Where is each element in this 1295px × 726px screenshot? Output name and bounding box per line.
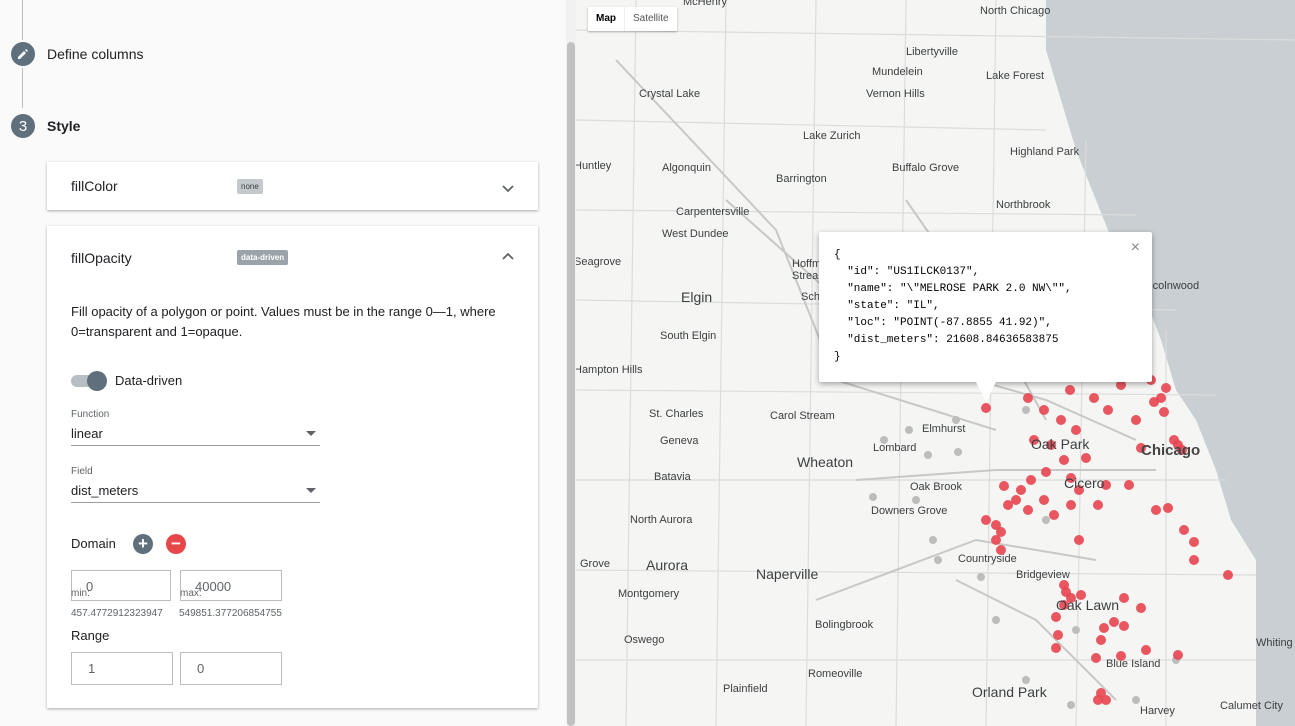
fill-color-card[interactable]: fillColor none <box>47 162 538 210</box>
function-select[interactable]: linear <box>71 423 320 446</box>
place-label: Lake Zurich <box>803 130 861 142</box>
range-label: Range <box>71 628 110 643</box>
place-label: Buffalo Grove <box>892 162 960 174</box>
field-select[interactable]: dist_meters <box>71 480 320 503</box>
chevron-down-icon[interactable] <box>500 181 516 197</box>
popup-json: { "id": "US1ILCK0137", "name": "\"MELROS… <box>834 249 1072 363</box>
place-label: Bolingbrook <box>815 619 874 631</box>
fill-opacity-description: Fill opacity of a polygon or point. Valu… <box>71 304 496 339</box>
place-label: South Elgin <box>660 330 717 342</box>
place-label: Plainfield <box>723 683 768 695</box>
place-label: Bridgeview <box>1016 569 1070 581</box>
fill-color-badge: none <box>237 179 263 194</box>
dropdown-arrow-icon <box>306 431 316 436</box>
place-label: Vernon Hills <box>866 88 925 100</box>
fill-opacity-title: fillOpacity <box>71 250 132 266</box>
close-icon[interactable]: × <box>1131 239 1140 257</box>
place-label: McHenry <box>683 0 728 8</box>
place-label: Montgomery <box>618 588 680 600</box>
min-label: min: <box>71 588 90 599</box>
fill-color-title: fillColor <box>71 178 118 194</box>
place-label: Calumet City <box>1220 700 1283 712</box>
place-label: Countryside <box>958 553 1017 565</box>
place-label: Elmhurst <box>922 423 966 435</box>
place-label: Oak Brook <box>910 481 962 493</box>
place-label: Cicero <box>1064 475 1105 491</box>
function-label: Function <box>71 409 110 420</box>
place-label: West Dundee <box>662 228 729 240</box>
place-label: Algonquin <box>662 162 711 174</box>
chevron-up-icon[interactable] <box>500 248 516 264</box>
place-label: Carol Stream <box>770 410 835 422</box>
fill-opacity-card: fillOpacity data-driven Fill opacity of … <box>47 226 538 708</box>
domain-label: Domain <box>71 536 116 551</box>
place-label: North Aurora <box>630 514 693 526</box>
place-label: Crystal Lake <box>639 88 701 100</box>
place-label: Orland Park <box>972 684 1047 700</box>
place-label: Mundelein <box>872 66 923 78</box>
field-label: Field <box>71 466 93 477</box>
place-label: Harvey <box>1140 705 1175 717</box>
step-define-columns[interactable]: Define columns <box>47 46 144 62</box>
max-label: max: <box>180 588 202 599</box>
data-driven-label: Data-driven <box>115 373 183 388</box>
info-popup: { "id": "US1ILCK0137", "name": "\"MELROS… <box>819 232 1152 382</box>
map-view[interactable]: Map Satellite McHenry North Chicago Libe… <box>576 0 1295 726</box>
place-label: Whiting <box>1256 637 1293 649</box>
place-label: North Chicago <box>980 5 1051 17</box>
place-label: Libertyville <box>906 46 958 58</box>
pencil-icon[interactable] <box>11 42 35 66</box>
step-number-badge: 3 <box>11 114 35 138</box>
map-type-map-button[interactable]: Map <box>588 7 624 31</box>
place-label: Hampton Hills <box>576 364 643 376</box>
data-driven-toggle[interactable] <box>71 371 107 391</box>
place-label: Oak Lawn <box>1056 597 1120 613</box>
place-label: Seagrove <box>576 256 622 268</box>
map-type-control: Map Satellite <box>588 7 677 31</box>
place-label: St. Charles <box>649 408 704 420</box>
place-label: Naperville <box>756 566 819 582</box>
fill-opacity-badge: data-driven <box>237 250 289 265</box>
popup-tail <box>976 382 996 402</box>
place-label: Oak Park <box>1031 436 1090 452</box>
place-label: Carpentersville <box>676 206 750 218</box>
field-value: dist_meters <box>71 483 139 498</box>
place-label: Batavia <box>654 471 691 483</box>
place-label: Downers Grove <box>871 505 948 517</box>
place-label: Aurora <box>646 557 689 573</box>
style-panel: Define columns 3 Style fillColor none fi… <box>0 0 566 726</box>
max-value: 549851.377206854755 <box>179 608 282 619</box>
place-label: Barrington <box>776 173 827 185</box>
add-domain-button[interactable]: + <box>133 534 153 554</box>
place-label: Oswego <box>624 634 665 646</box>
dropdown-arrow-icon <box>306 488 316 493</box>
range-max-input[interactable]: 0 <box>180 652 282 685</box>
place-label: Blue Island <box>1106 658 1161 670</box>
place-label: Highland Park <box>1010 146 1080 158</box>
place-label: Grove <box>580 558 610 570</box>
place-label: Lombard <box>873 442 917 454</box>
place-label: Chicago <box>1141 442 1201 459</box>
function-value: linear <box>71 426 103 441</box>
place-label: Romeoville <box>808 668 863 680</box>
place-label: Huntley <box>576 160 612 172</box>
place-label: Elgin <box>681 289 713 305</box>
place-label: Northbrook <box>996 199 1051 211</box>
scrollbar[interactable] <box>566 0 576 726</box>
remove-domain-button[interactable]: − <box>166 534 186 554</box>
place-label: Wheaton <box>797 454 854 470</box>
stepper-line <box>22 0 23 40</box>
step-style[interactable]: Style <box>47 118 80 134</box>
place-label: Lake Forest <box>986 70 1045 82</box>
place-label: Geneva <box>660 435 699 447</box>
min-value: 457.4772912323947 <box>71 608 163 619</box>
range-min-input[interactable]: 1 <box>71 652 173 685</box>
stepper-line <box>22 68 23 108</box>
map-type-satellite-button[interactable]: Satellite <box>624 7 677 31</box>
